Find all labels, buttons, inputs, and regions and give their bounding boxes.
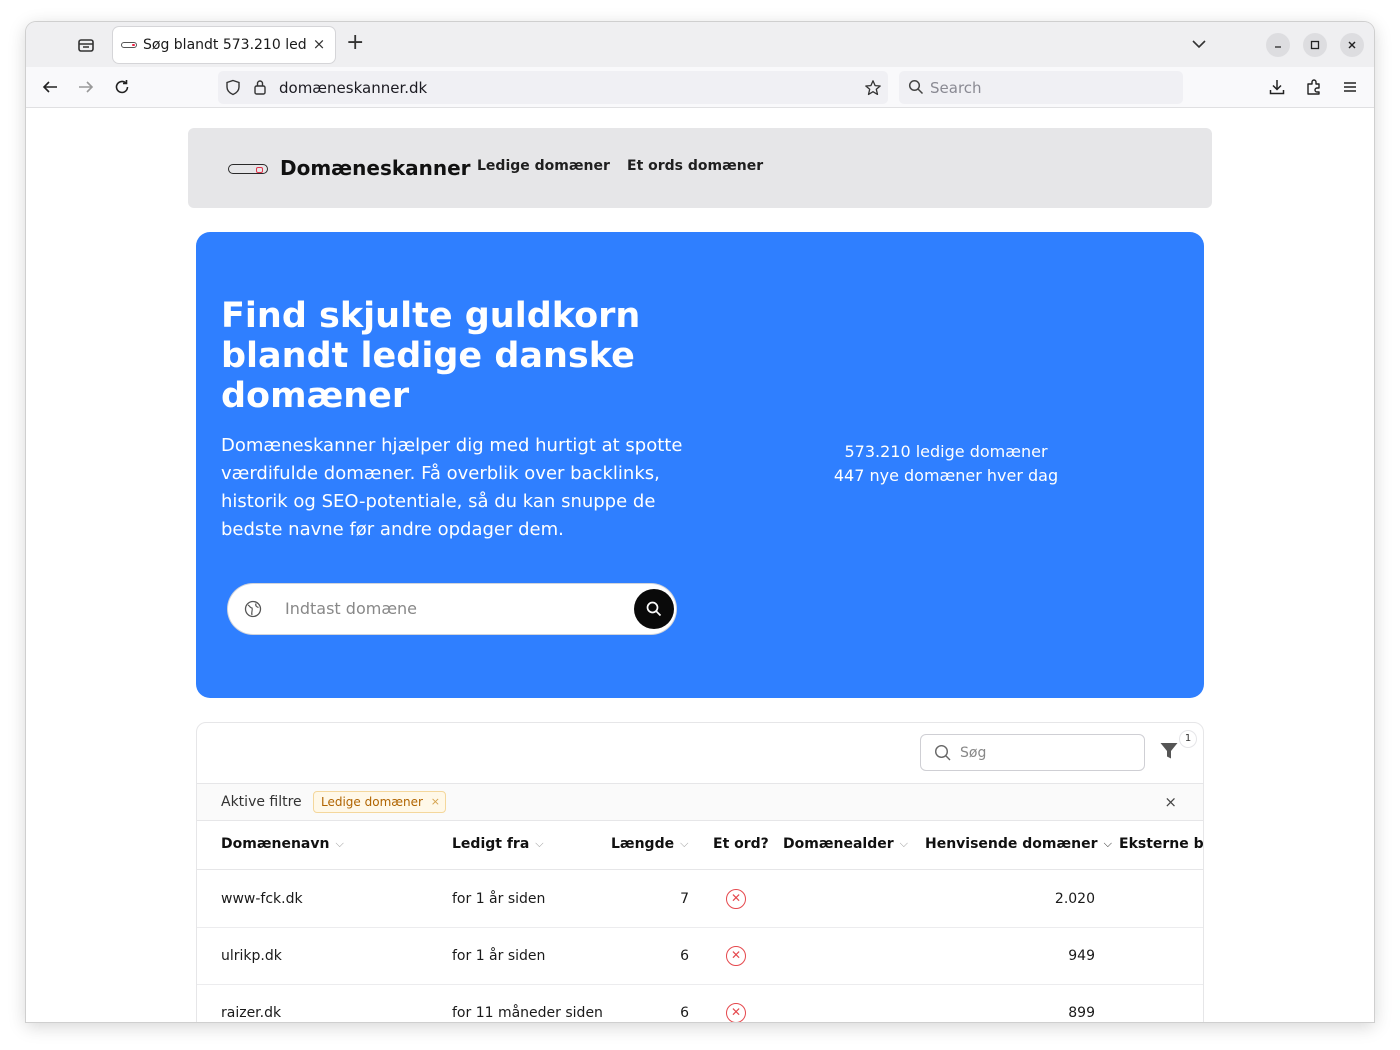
lock-icon[interactable] <box>253 79 267 96</box>
maximize-icon[interactable] <box>1303 33 1327 57</box>
hero-stats: 573.210 ledige domæner 447 nye domæner h… <box>786 440 1106 488</box>
table-search-input[interactable]: Søg <box>920 734 1145 771</box>
clear-filters-icon[interactable]: × <box>1164 793 1177 811</box>
cell-available-from: for 1 år siden <box>452 891 546 907</box>
stat-available-domains: 573.210 ledige domæner <box>844 442 1048 461</box>
logo-icon[interactable] <box>228 164 268 174</box>
chevron-down-icon: ⌵ <box>899 837 908 850</box>
cell-domain[interactable]: www-fck.dk <box>221 891 303 907</box>
domain-search-button[interactable] <box>634 589 674 629</box>
cell-available-from: for 11 måneder siden <box>452 1005 603 1021</box>
filter-count-badge: 1 <box>1180 731 1196 747</box>
url-text[interactable]: domæneskanner.dk <box>279 79 427 97</box>
site-header: Domæneskanner Ledige domæner Et ords dom… <box>188 128 1212 208</box>
close-window-icon[interactable] <box>1340 33 1364 57</box>
filter-chip-ledige-domaener[interactable]: Ledige domæner × <box>313 791 446 813</box>
minimize-icon[interactable] <box>1266 33 1290 57</box>
chevron-down-icon: ⌵ <box>335 837 344 850</box>
chevron-down-icon: ⌵ <box>1103 837 1112 850</box>
chevron-down-icon[interactable] <box>1190 35 1208 53</box>
chip-remove-icon[interactable]: × <box>431 792 440 812</box>
browser-search-bar[interactable]: Search <box>899 71 1183 104</box>
extensions-icon[interactable] <box>1304 77 1324 97</box>
cell-length: 6 <box>680 1005 689 1021</box>
column-header-length[interactable]: Længde ⌵ <box>611 836 688 852</box>
downloads-icon[interactable] <box>1267 77 1287 97</box>
domains-table-panel: Søg 1 Aktive filtre Ledige domæner × × D… <box>196 722 1204 1022</box>
browser-window: Søg blandt 573.210 ledige domæner × + <box>26 22 1374 1022</box>
not-one-word-icon: ✕ <box>726 946 746 966</box>
tab-overview-icon[interactable] <box>75 34 97 56</box>
hero-title: Find skjulte guldkorn blandt ledige dans… <box>221 296 641 416</box>
table-row[interactable]: www-fck.dk for 1 år siden 7 ✕ 2.020 <box>197 871 1203 928</box>
new-tab-button[interactable]: + <box>346 32 366 54</box>
tab-title: Søg blandt 573.210 ledige domæner <box>143 37 307 53</box>
active-filters-bar: Aktive filtre Ledige domæner × × <box>197 783 1203 821</box>
reload-icon[interactable] <box>112 77 132 97</box>
page-content: Domæneskanner Ledige domæner Et ords dom… <box>26 108 1374 1022</box>
cell-referring-domains: 899 <box>1068 1005 1095 1021</box>
domain-search-placeholder: Indtast domæne <box>285 599 418 618</box>
logo-text[interactable]: Domæneskanner <box>280 156 471 180</box>
cell-referring-domains: 949 <box>1068 948 1095 964</box>
cell-length: 6 <box>680 948 689 964</box>
column-header-one-word[interactable]: Et ord? <box>713 836 769 852</box>
column-header-available-from[interactable]: Ledigt fra ⌵ <box>452 836 544 852</box>
filter-icon[interactable] <box>1159 741 1183 765</box>
not-one-word-icon: ✕ <box>726 1003 746 1022</box>
filter-chip-label: Ledige domæner <box>321 795 423 809</box>
shield-icon[interactable] <box>225 79 241 96</box>
tab-active[interactable]: Søg blandt 573.210 ledige domæner × <box>113 27 335 63</box>
browser-search-placeholder: Search <box>930 79 982 97</box>
cell-referring-domains: 2.020 <box>1054 891 1095 907</box>
table-search-placeholder: Søg <box>960 745 987 761</box>
hamburger-menu-icon[interactable] <box>1340 77 1360 97</box>
stat-new-domains: 447 nye domæner hver dag <box>833 466 1059 485</box>
not-one-word-icon: ✕ <box>726 889 746 909</box>
search-icon <box>934 744 951 761</box>
search-icon <box>646 601 662 617</box>
chevron-down-icon: ⌵ <box>680 837 689 850</box>
domain-search-input[interactable]: Indtast domæne <box>228 584 676 634</box>
chevron-down-icon: ⌵ <box>535 837 544 850</box>
cell-domain[interactable]: ulrikp.dk <box>221 948 282 964</box>
active-filters-label: Aktive filtre <box>221 794 302 810</box>
table-row[interactable]: raizer.dk for 11 måneder siden 6 ✕ 899 <box>197 985 1203 1022</box>
search-icon <box>908 79 924 95</box>
tab-strip: Søg blandt 573.210 ledige domæner × + <box>26 22 1374 67</box>
hero-section: Find skjulte guldkorn blandt ledige dans… <box>196 232 1204 698</box>
cell-domain[interactable]: raizer.dk <box>221 1005 281 1021</box>
column-header-referring-domains[interactable]: Henvisende domæner ⌵ <box>925 836 1112 852</box>
bookmark-star-icon[interactable] <box>864 79 882 97</box>
column-header-external-backlinks[interactable]: Eksterne backlinks <box>1119 836 1203 852</box>
address-bar[interactable]: domæneskanner.dk <box>218 71 888 104</box>
table-row[interactable]: ulrikp.dk for 1 år siden 6 ✕ 949 <box>197 928 1203 985</box>
back-arrow-icon[interactable] <box>40 77 60 97</box>
column-header-domain[interactable]: Domænenavn ⌵ <box>221 836 344 852</box>
forward-arrow-icon[interactable] <box>76 77 96 97</box>
nav-link-ledige-domaener[interactable]: Ledige domæner <box>477 158 610 174</box>
column-header-domain-age[interactable]: Domænealder ⌵ <box>783 836 908 852</box>
table-toolbar: Søg 1 <box>197 723 1203 783</box>
nav-link-et-ords-domaener[interactable]: Et ords domæner <box>627 158 763 174</box>
navigation-toolbar: domæneskanner.dk Search <box>26 67 1374 108</box>
table-header: Domænenavn ⌵ Ledigt fra ⌵ Længde ⌵ Et ord? … <box>197 821 1203 870</box>
cell-length: 7 <box>680 891 689 907</box>
globe-icon <box>244 600 262 618</box>
favicon-icon <box>121 42 137 48</box>
cell-available-from: for 1 år siden <box>452 948 546 964</box>
hero-description: Domæneskanner hjælper dig med hurtigt at… <box>221 435 683 540</box>
tab-close-icon[interactable]: × <box>311 35 327 53</box>
